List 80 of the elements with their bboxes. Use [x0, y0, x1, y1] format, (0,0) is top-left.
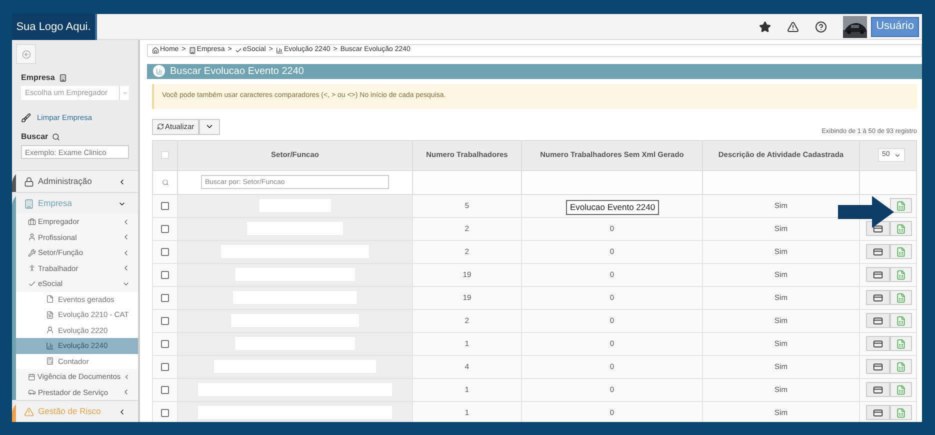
spreadsheet-icon — [896, 384, 906, 394]
star-icon[interactable] — [759, 20, 772, 32]
crumb-icon — [152, 46, 159, 54]
caret-icon — [894, 152, 901, 158]
field-label: Empresa — [21, 72, 55, 84]
card-icon — [873, 362, 883, 372]
menu-icon — [28, 218, 36, 226]
checkbox[interactable] — [161, 340, 169, 348]
spreadsheet-icon — [896, 292, 906, 302]
menu-icon — [28, 248, 36, 257]
spreadsheet-icon — [896, 408, 906, 418]
checkbox[interactable] — [161, 316, 169, 324]
menu-icon — [28, 264, 36, 272]
warning-icon[interactable] — [787, 20, 800, 32]
submenu-icon — [46, 357, 54, 366]
card-icon — [873, 246, 883, 256]
back-icon — [22, 50, 30, 58]
checkbox[interactable] — [161, 386, 169, 394]
spreadsheet-icon — [896, 270, 906, 280]
spreadsheet-button[interactable] — [890, 198, 912, 213]
user-button[interactable]: Usuário — [871, 16, 919, 36]
submenu-icon — [46, 295, 54, 304]
checkbox[interactable] — [161, 408, 169, 416]
spreadsheet-icon — [896, 362, 906, 372]
section-icon — [24, 198, 34, 208]
building-icon — [58, 74, 67, 82]
checkbox[interactable] — [161, 202, 169, 210]
card-icon — [873, 292, 883, 302]
submenu-icon — [46, 310, 54, 319]
checkbox[interactable] — [161, 248, 169, 256]
chevron-left-icon — [118, 408, 126, 416]
card-icon — [873, 338, 883, 348]
card-icon — [873, 408, 883, 418]
spreadsheet-icon — [896, 338, 906, 348]
checkbox[interactable] — [161, 294, 169, 302]
card-button[interactable] — [866, 313, 890, 328]
checkbox[interactable] — [161, 362, 169, 370]
logo: Sua Logo Aqui. — [12, 14, 97, 40]
section-icon — [24, 406, 34, 416]
menu-icon — [28, 280, 36, 288]
card-button[interactable] — [866, 290, 890, 305]
refresh-icon — [157, 123, 164, 130]
crumb-icon — [234, 46, 242, 54]
help-icon[interactable] — [815, 20, 828, 32]
menu-icon — [28, 233, 36, 242]
spreadsheet-icon — [896, 200, 906, 210]
chevron-left-icon — [118, 178, 126, 186]
card-button[interactable] — [866, 267, 890, 282]
card-button[interactable] — [866, 382, 890, 397]
menu-icon — [28, 372, 36, 381]
checkbox[interactable] — [161, 270, 169, 278]
submenu-icon — [46, 326, 54, 334]
checkbox[interactable] — [161, 224, 169, 232]
card-icon — [873, 224, 883, 234]
spreadsheet-icon — [896, 246, 906, 256]
crumb-icon — [188, 46, 196, 54]
card-button[interactable] — [866, 336, 890, 351]
card-icon — [873, 270, 883, 280]
field-label: Buscar — [21, 131, 48, 144]
spreadsheet-icon — [896, 224, 906, 234]
card-icon — [873, 316, 883, 326]
search-icon — [52, 133, 60, 142]
arrow-icon — [838, 196, 894, 228]
submenu-icon — [46, 342, 54, 350]
card-button[interactable] — [866, 244, 890, 259]
panel-title: Buscar Evolucao Evento 2240 — [170, 64, 304, 78]
card-button[interactable] — [866, 405, 890, 420]
caret-icon — [122, 90, 128, 96]
tooltip: Evolucao Evento 2240 — [566, 200, 660, 215]
chart-icon — [156, 68, 162, 74]
search-icon — [162, 178, 168, 186]
menu-section[interactable]: Administração — [16, 170, 138, 192]
section-icon — [24, 176, 34, 186]
card-button[interactable] — [866, 359, 890, 374]
menu-icon — [28, 388, 36, 396]
crumb-icon — [276, 46, 283, 54]
spreadsheet-icon — [896, 316, 906, 326]
brush-icon — [21, 112, 31, 123]
chevron-down-icon — [205, 122, 214, 131]
card-icon — [873, 384, 883, 394]
